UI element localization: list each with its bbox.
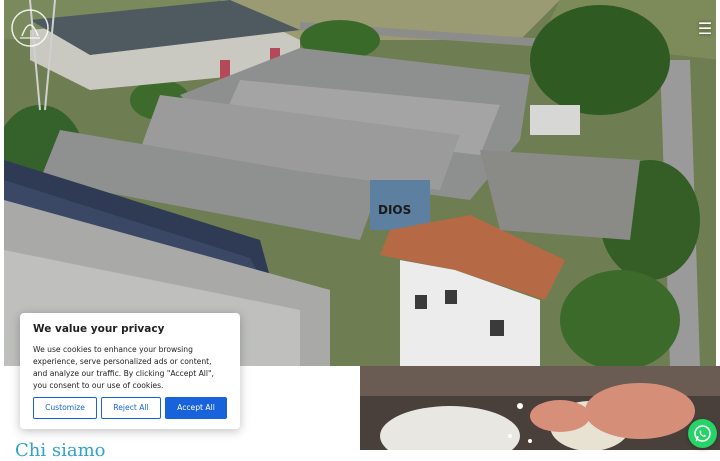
cookie-description: We use cookies to enhance your browsing …	[33, 345, 214, 390]
accept-all-button[interactable]: Accept All	[165, 397, 227, 419]
whatsapp-icon[interactable]	[688, 419, 717, 448]
customize-button[interactable]: Customize	[33, 397, 97, 419]
svg-text:DIOS: DIOS	[378, 203, 411, 217]
about-title: Chi siamo	[15, 440, 106, 461]
hero-right-edge	[716, 0, 720, 366]
reject-all-button[interactable]: Reject All	[101, 397, 161, 419]
hero-left-edge	[0, 0, 4, 366]
company-logo[interactable]	[8, 6, 52, 50]
cookie-consent-banner: We value your privacy We use cookies to …	[20, 313, 240, 429]
cookie-title: We value your privacy	[33, 323, 165, 335]
hero-aerial-photo: DIOS ☰	[0, 0, 720, 366]
hero-illustration: DIOS	[0, 0, 720, 366]
cheese-making-photo	[360, 366, 720, 450]
hamburger-menu-icon[interactable]: ☰	[696, 20, 714, 38]
